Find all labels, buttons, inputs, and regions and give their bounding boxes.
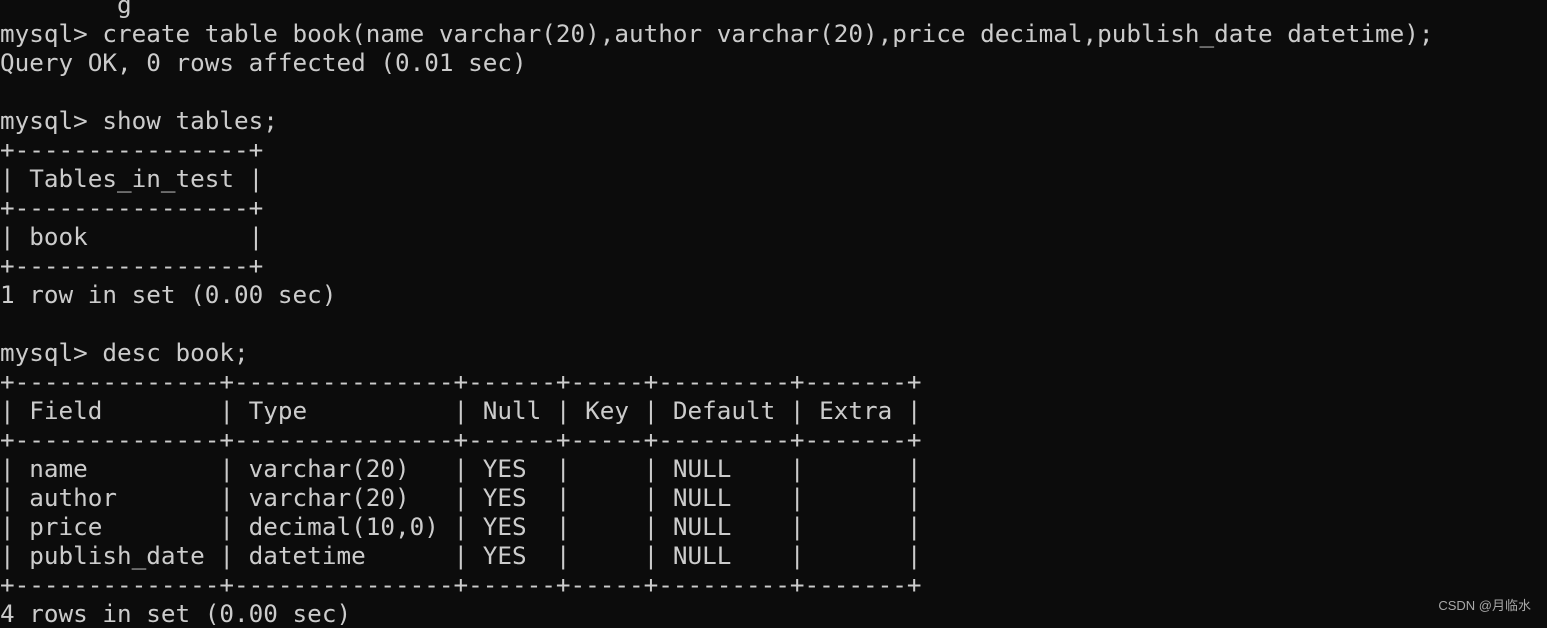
query-result: 4 rows in set (0.00 sec) xyxy=(0,599,352,628)
terminal-line: g xyxy=(0,0,132,19)
table-header: | Tables_in_test | xyxy=(0,164,264,193)
table-row: | price | decimal(10,0) | YES | | NULL |… xyxy=(0,512,922,541)
query-result: 1 row in set (0.00 sec) xyxy=(0,280,337,309)
table-row: | author | varchar(20) | YES | | NULL | … xyxy=(0,483,922,512)
watermark: CSDN @月临水 xyxy=(1438,598,1531,613)
table-row: | name | varchar(20) | YES | | NULL | | xyxy=(0,454,922,483)
table-header: | Field | Type | Null | Key | Default | … xyxy=(0,396,922,425)
terminal-output: g mysql> create table book(name varchar(2… xyxy=(0,0,1434,628)
table-row: | publish_date | datetime | YES | | NULL… xyxy=(0,541,922,570)
command-desc: mysql> desc book; xyxy=(0,338,249,367)
table-border: +----------------+ xyxy=(0,251,264,280)
table-border: +--------------+---------------+------+-… xyxy=(0,425,922,454)
table-row: | book | xyxy=(0,222,264,251)
table-border: +--------------+---------------+------+-… xyxy=(0,367,922,396)
command-create-table: mysql> create table book(name varchar(20… xyxy=(0,19,1434,48)
table-border: +--------------+---------------+------+-… xyxy=(0,570,922,599)
table-border: +----------------+ xyxy=(0,193,264,222)
table-border: +----------------+ xyxy=(0,135,264,164)
query-result: Query OK, 0 rows affected (0.01 sec) xyxy=(0,48,527,77)
command-show-tables: mysql> show tables; xyxy=(0,106,278,135)
